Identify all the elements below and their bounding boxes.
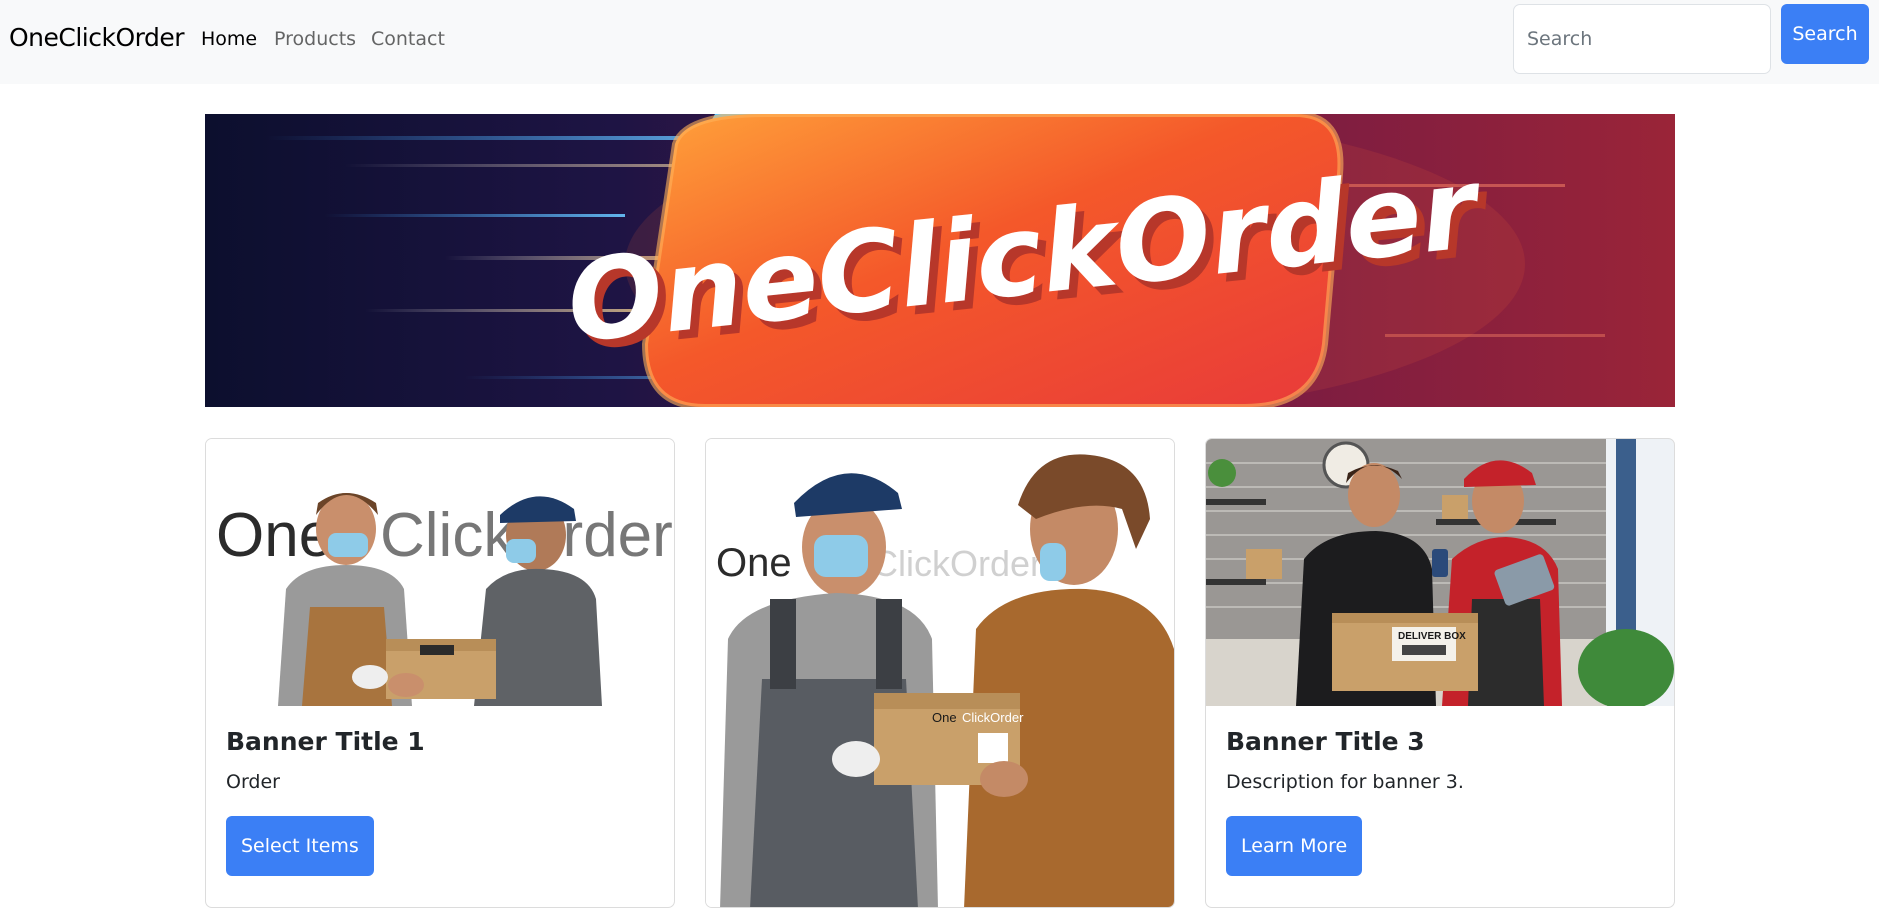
card-2-watermark-b: ClickOrder xyxy=(872,543,1042,584)
card-2-box-label-b: ClickOrder xyxy=(962,710,1024,725)
learn-more-button[interactable]: Learn More xyxy=(1226,816,1363,876)
card-3-image: DELIVER BOX xyxy=(1206,439,1674,706)
brand-logo[interactable]: OneClickOrder xyxy=(9,23,185,52)
select-items-button[interactable]: Select Items xyxy=(226,816,374,876)
nav-link-contact[interactable]: Contact xyxy=(371,28,445,50)
hero-banner: OneClickOrder OneClickOrder xyxy=(205,114,1675,407)
card-1-image: One ClickOrder xyxy=(206,439,674,706)
card-3-title: Banner Title 3 xyxy=(1226,727,1425,756)
nav-link-home[interactable]: Home xyxy=(201,28,257,50)
nav-link-products[interactable]: Products xyxy=(274,28,356,50)
card-1-text: Order xyxy=(226,771,280,793)
search-input[interactable] xyxy=(1513,4,1771,74)
card-1-title: Banner Title 1 xyxy=(226,727,425,756)
card-3: DELIVER BOX Banner Title 3 Description f… xyxy=(1205,438,1675,908)
hero-banner-art: OneClickOrder OneClickOrder xyxy=(265,114,1605,407)
card-2-image: One ClickOrder One ClickOrder xyxy=(706,439,1174,907)
navbar: OneClickOrder Home Products Contact Sear… xyxy=(0,0,1879,84)
card-3-box-label: DELIVER BOX xyxy=(1398,631,1466,642)
card-1-watermark-a: One xyxy=(216,501,333,570)
card-2: One ClickOrder One ClickOrder xyxy=(705,438,1175,908)
card-3-text: Description for banner 3. xyxy=(1226,771,1464,793)
card-2-box-label-a: One xyxy=(932,710,957,725)
card-1: One ClickOrder Banner Title 1 Order Sele… xyxy=(205,438,675,908)
search-button[interactable]: Search xyxy=(1781,4,1869,64)
card-2-watermark-a: One xyxy=(716,541,792,585)
